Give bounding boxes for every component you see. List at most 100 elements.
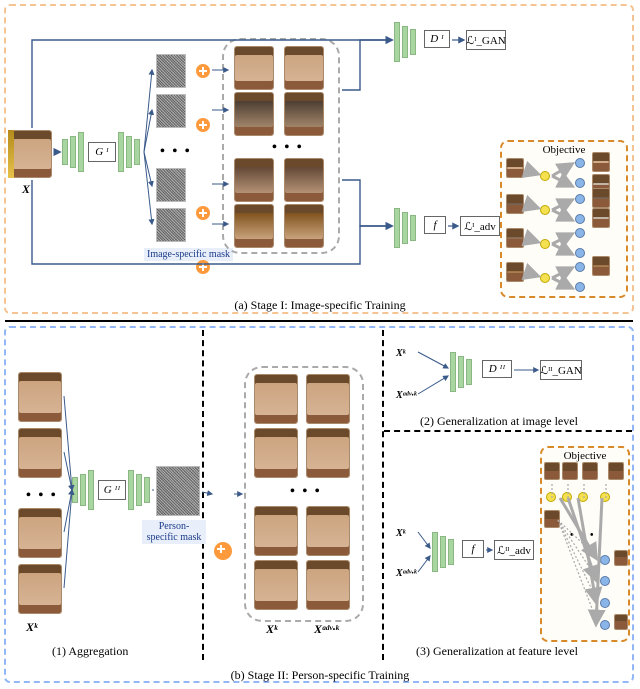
obj2-y3 — [578, 492, 588, 502]
g2-r2c2 — [306, 428, 350, 478]
loss-adv-box: ℒᴵ_adv — [460, 216, 500, 236]
loss-adv2: ℒᴵᴵ_adv — [497, 544, 531, 557]
obj2-bm1 — [614, 550, 628, 566]
stage-separator — [5, 320, 633, 322]
obj-mini-b1 — [506, 194, 524, 214]
obj2-m1 — [544, 510, 560, 528]
mask-2 — [156, 94, 186, 128]
loss-gan2-box: ℒᴵᴵ_GAN — [540, 360, 582, 380]
person-mask — [156, 466, 200, 516]
g2-r3c1 — [254, 506, 298, 556]
obj-mini-b2 — [592, 188, 610, 208]
feat-net — [394, 208, 416, 248]
xk-face-4 — [18, 564, 62, 614]
obj2-bm4 — [614, 614, 628, 630]
obj2-y4 — [600, 492, 610, 502]
obj2-dots: • • • — [570, 530, 596, 541]
loss-gan2: ℒᴵᴵ_GAN — [540, 364, 582, 377]
mask-3 — [156, 168, 186, 202]
obj2-b2 — [600, 576, 610, 586]
yball-3 — [540, 239, 550, 249]
caption-stage1: (a) Stage I: Image-specific Training — [0, 298, 640, 313]
face-r2c1 — [234, 92, 274, 136]
gen2-label-box: G ᴵᴵ — [98, 480, 126, 500]
obj2-b4 — [600, 620, 610, 630]
disc2-label: D ᴵᴵ — [489, 363, 505, 375]
xk-face-1 — [18, 372, 62, 422]
plus-1 — [196, 64, 210, 78]
plus-3 — [196, 206, 210, 220]
xk-dots: • • • — [26, 488, 58, 504]
var-Xk-3: Xᵏ — [396, 528, 405, 539]
obj2-t3 — [582, 462, 598, 480]
bball-4b — [575, 282, 585, 292]
obj2-t1 — [544, 462, 560, 480]
var-Xadvk-2: Xᵃᵈᵛ·ᵏ — [396, 390, 417, 401]
loss-gan-box: ℒᴵ_GAN — [466, 30, 506, 50]
g2-r3c2 — [306, 506, 350, 556]
gen-label-box: G ᴵ — [88, 142, 116, 162]
plus-4 — [196, 260, 210, 274]
bball-4a — [575, 262, 585, 272]
part1-label: (1) Aggregation — [52, 644, 128, 659]
part2-label: (2) Generalization at image level — [420, 414, 578, 429]
face-r2c2 — [284, 92, 324, 136]
vsep-1 — [202, 330, 204, 660]
feat2-label-box: f — [462, 540, 484, 558]
obj2-b3 — [600, 598, 610, 608]
yball-2 — [540, 205, 550, 215]
var-Xk-mid: Xᵏ — [266, 622, 277, 637]
feat-label-box: f — [424, 216, 446, 234]
face-dots: • • • — [272, 140, 304, 156]
plus-big — [214, 542, 232, 560]
disc2-label-box: D ᴵᴵ — [482, 360, 512, 378]
obj-mini-d2 — [592, 256, 610, 276]
plus-2 — [196, 118, 210, 132]
part3-label: (3) Generalization at feature level — [416, 644, 578, 659]
face-r1c2 — [284, 46, 324, 90]
bball-1b — [575, 178, 585, 188]
gen-net-dec — [118, 132, 140, 172]
yball-4 — [540, 273, 550, 283]
loss-gan: ℒᴵ_GAN — [466, 34, 505, 47]
disc-net — [394, 22, 416, 62]
obj-mini-c1 — [506, 228, 524, 248]
input-face — [12, 130, 52, 178]
obj-mini-a2 — [592, 152, 610, 172]
vsep-2 — [382, 330, 384, 660]
g2-r1c2 — [306, 374, 350, 424]
bball-1a — [575, 158, 585, 168]
mask-dots: • • • — [160, 144, 192, 160]
input-face-side — [8, 130, 14, 178]
g2-r4c1 — [254, 560, 298, 610]
g2-r2c1 — [254, 428, 298, 478]
obj-mini-b3 — [592, 208, 610, 228]
gen2-net-enc — [72, 470, 94, 510]
face-r3c2 — [284, 158, 324, 202]
feat2-net — [432, 532, 454, 572]
var-Xadvk-mid: Xᵃᵈᵛ·ᵏ — [314, 622, 339, 637]
gen-label: G ᴵ — [95, 146, 109, 158]
bball-2a — [575, 194, 585, 204]
var-Xk-left: Xᵏ — [26, 620, 37, 635]
mask-1 — [156, 54, 186, 88]
loss-adv2-box: ℒᴵᴵ_adv — [494, 540, 534, 560]
gen-net-enc — [62, 132, 84, 172]
g2-dots: • • • — [290, 484, 322, 500]
hsep-2 — [384, 430, 632, 432]
g2-r1c1 — [254, 374, 298, 424]
obj2-y2 — [562, 492, 572, 502]
obj2-t4 — [608, 462, 624, 480]
var-X: X — [22, 182, 30, 197]
person-mask-label: Person-specific mask — [142, 520, 206, 544]
g2-r4c2 — [306, 560, 350, 610]
yball-1 — [540, 171, 550, 181]
var-Xadvk-3: Xᵃᵈᵛ·ᵏ — [396, 568, 417, 579]
face-r3c1 — [234, 158, 274, 202]
bball-2b — [575, 214, 585, 224]
mask-4 — [156, 208, 186, 242]
objective2-title: Objective — [542, 448, 628, 462]
loss-adv: ℒᴵ_adv — [464, 220, 496, 233]
bball-3a — [575, 228, 585, 238]
feat-label: f — [433, 219, 436, 231]
